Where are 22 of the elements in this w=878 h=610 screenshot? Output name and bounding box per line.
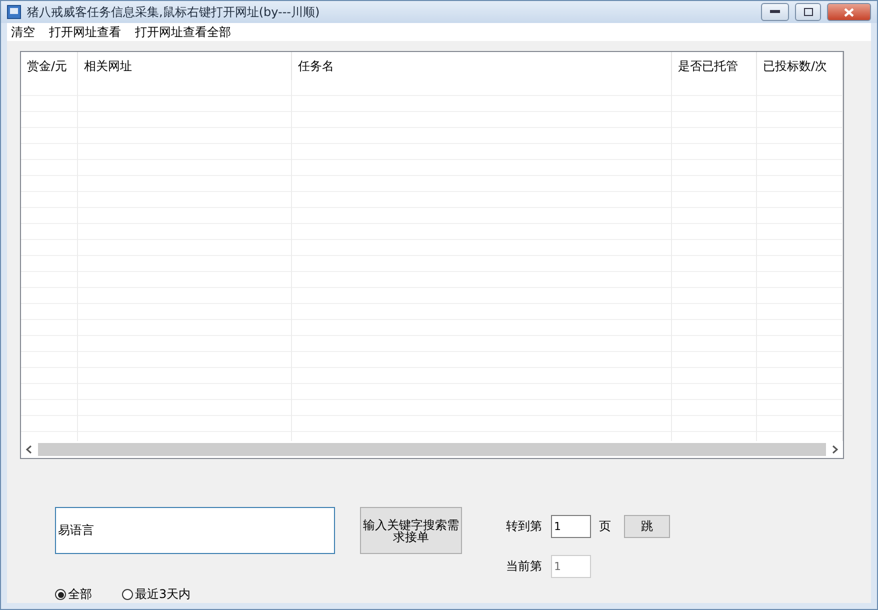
app-icon [7,5,21,19]
current-label: 当前第 [506,558,543,574]
window-title: 猪八戒威客任务信息采集,鼠标右键打开网址(by---川顺) [27,4,321,20]
close-button[interactable] [827,3,871,21]
goto-label: 转到第 [506,518,543,534]
close-icon [844,8,854,16]
filter-radio[interactable]: 最近3天内 [122,586,191,603]
radio-icon[interactable] [122,589,133,600]
menu-item[interactable]: 打开网址查看全部 [135,24,231,40]
page-unit: 页 [598,518,612,534]
maximize-icon [804,8,812,16]
keyword-field[interactable]: 易语言 [55,507,335,554]
minimize-button[interactable] [761,3,789,21]
filter-radio[interactable]: 全部 [55,586,92,603]
menu-item[interactable]: 清空 [11,24,35,40]
minimize-icon [770,10,780,14]
maximize-button[interactable] [795,3,821,21]
jump-button[interactable]: 跳 [624,514,670,538]
page-field[interactable]: 1 [551,514,591,538]
search-button[interactable]: 输入关键字搜索需求接单 [360,507,462,554]
menu-item[interactable]: 打开网址查看 [49,24,121,40]
radio-icon[interactable] [55,589,66,600]
